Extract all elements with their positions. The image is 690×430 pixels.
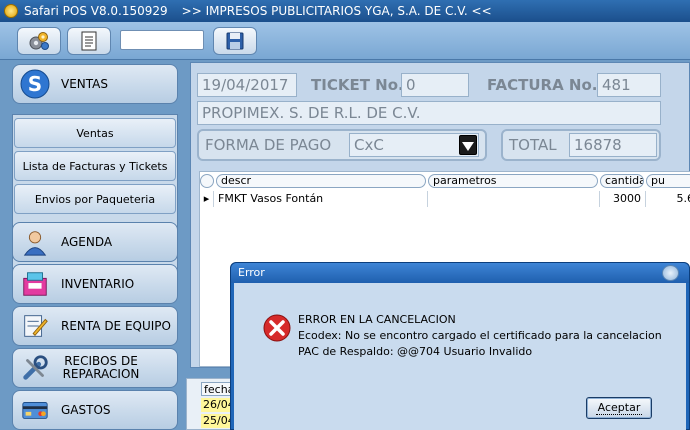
ticket-label: TICKET No. [311,76,404,94]
error-line-2: PAC de Respaldo: @@704 Usuario Invalido [298,345,533,358]
col-descr-header[interactable]: descr [216,174,426,188]
row-selector-icon[interactable]: ▸ [200,191,214,207]
sidebar-item-recibos[interactable]: RECIBOS DE REPARACION [12,348,178,388]
total-field: 16878 [569,133,657,157]
date-field[interactable]: 19/04/2017 [197,73,297,97]
svg-text:S: S [28,72,42,96]
sidebar-item-renta-equipo[interactable]: RENTA DE EQUIPO [12,306,178,346]
col-cantidad-header[interactable]: cantidad [600,174,644,188]
cell-pu[interactable]: 5.6 [646,191,690,207]
forma-pago-group: FORMA DE PAGO CxC [197,129,487,161]
client-field[interactable]: PROPIMEX. S. DE R.L. DE C.V. [197,101,661,125]
toolbar [0,22,690,60]
settings-button[interactable] [17,27,61,55]
sidebar-sub-lista-facturas[interactable]: Lista de Facturas y Tickets [14,151,176,181]
company-name: >> IMPRESOS PUBLICITARIOS YGA, S.A. DE C… [181,4,492,18]
forma-pago-label: FORMA DE PAGO [205,136,332,154]
error-heading: ERROR EN LA CANCELACION [298,313,456,326]
grid-corner [200,174,214,188]
accept-button[interactable]: Aceptar [586,397,652,419]
sidebar-item-gastos[interactable]: GASTOS [12,390,178,430]
window-title: Safari POS V8.0.150929 [24,4,168,18]
dropdown-arrow-icon[interactable] [459,135,477,155]
save-button[interactable] [213,27,257,55]
document-icon [81,31,97,51]
toolbar-search-input[interactable] [120,30,204,50]
edit-form-icon [19,310,51,342]
sidebar-item-label: GASTOS [61,403,111,417]
app-logo-icon [4,4,18,18]
dialog-body: ERROR EN LA CANCELACION Ecodex: No se en… [234,283,686,430]
sidebar-item-label: RENTA DE EQUIPO [61,319,171,333]
factura-field[interactable]: 481 [597,73,661,97]
sidebar-item-agenda[interactable]: AGENDA [12,222,178,262]
person-icon [19,226,51,258]
sidebar-item-ventas[interactable]: S VENTAS [12,64,178,104]
sidebar-item-label: RECIBOS DE REPARACION [62,354,140,381]
cell-descr[interactable]: FMKT Vasos Fontán [218,191,428,207]
sidebar-item-inventario[interactable]: INVENTARIO [12,264,178,304]
error-line-1: Ecodex: No se encontro cargado el certif… [298,329,662,342]
cell-parametros[interactable] [428,191,600,207]
ticket-field[interactable]: 0 [401,73,469,97]
col-parametros-header[interactable]: parametros [428,174,598,188]
total-label: TOTAL [509,136,557,154]
accept-button-label: Aceptar [595,401,643,415]
close-icon[interactable] [662,265,679,281]
ventas-s-icon: S [19,68,51,100]
sidebar-item-label: INVENTARIO [61,277,135,291]
tools-icon [19,352,51,384]
sidebar: S VENTAS Ventas Lista de Facturas y Tick… [0,60,186,430]
title-bar: Safari POS V8.0.150929 >> IMPRESOS PUBLI… [0,0,690,22]
error-dialog: Error ERROR EN LA CANCELACION Ecodex: No… [230,262,690,430]
col-pu-header[interactable]: pu [646,174,690,188]
sidebar-sub-envios[interactable]: Envios por Paqueteria [14,184,176,214]
cell-cantidad[interactable]: 3000 [600,191,646,207]
gears-icon [29,32,49,50]
sidebar-item-label: VENTAS [61,77,108,91]
dialog-title: Error [231,263,689,283]
sidebar-item-label: AGENDA [61,235,113,249]
document-button[interactable] [67,27,111,55]
credit-card-icon [19,394,51,426]
factura-label: FACTURA No. [487,76,598,94]
boxes-icon [19,268,51,300]
save-icon [226,32,244,50]
error-icon [263,314,291,342]
total-group: TOTAL 16878 [501,129,661,161]
sidebar-sub-ventas[interactable]: Ventas [14,118,176,148]
